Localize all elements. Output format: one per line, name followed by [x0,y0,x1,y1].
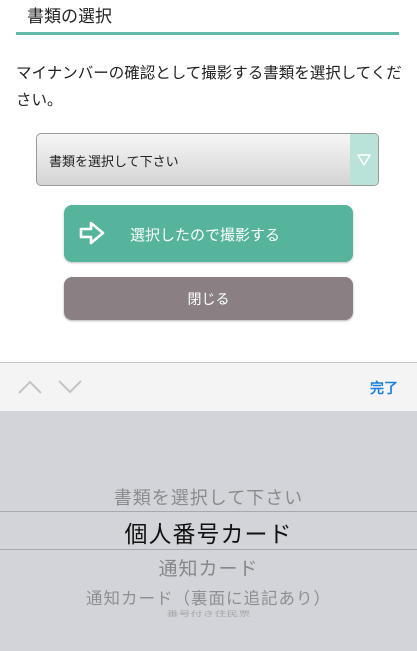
document-type-picker[interactable]: 書類を選択して下さい 個人番号カード 通知カード 通知カード（裏面に追記あり） … [0,411,417,651]
close-button[interactable]: 閉じる [64,277,353,320]
keyboard-accessory-toolbar: 完了 [0,362,417,411]
picker-option[interactable]: 書類を選択して下さい [0,484,417,510]
chevron-up-icon[interactable] [18,379,42,398]
picker-option-selected[interactable]: 個人番号カード [0,515,417,549]
picker-selection-top-line [0,511,417,512]
picker-option[interactable]: 通知カード [0,554,417,581]
triangle-down-icon [350,134,378,185]
document-selection-screen: 書類の選択 マイナンバーの確認として撮影する書類を選択してください。 書類を選択… [0,0,417,651]
chevron-down-icon[interactable] [58,379,82,398]
document-type-select[interactable]: 書類を選択して下さい [36,133,379,186]
instruction-text: マイナンバーの確認として撮影する書類を選択してください。 [16,64,402,109]
close-button-label: 閉じる [187,292,230,308]
page-header: 書類の選択 [16,0,399,35]
done-button[interactable]: 完了 [370,378,398,398]
capture-button-label: 選択したので撮影する [130,226,281,244]
select-value: 書類を選択して下さい [49,155,179,170]
picker-selection-bottom-line [0,549,417,550]
picker-option[interactable]: 通知カード（裏面に追記あり） [0,585,417,609]
capture-button[interactable]: 選択したので撮影する [64,205,353,262]
arrow-right-icon [79,221,105,249]
page-title: 書類の選択 [27,7,112,27]
picker-option[interactable]: 番号付き住民票 [0,609,417,618]
